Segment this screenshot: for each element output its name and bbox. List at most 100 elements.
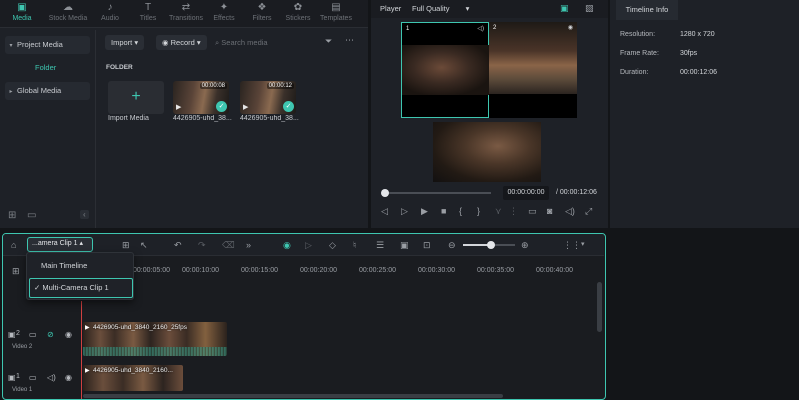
total-time: / 00:00:12:06 bbox=[556, 189, 597, 196]
tab-media[interactable]: ▣ Media bbox=[2, 2, 42, 26]
home-icon[interactable]: ⌂ bbox=[11, 239, 16, 251]
timeline-info-panel: Timeline Info Resolution: 1280 x 720 Fra… bbox=[610, 0, 799, 228]
ruler-tick: 00:00:05:00 bbox=[133, 267, 170, 274]
media-clip-name: 4426905-uhd_38... bbox=[173, 115, 232, 122]
timeline-clip-video-2[interactable]: ▶ 4426905-uhd_3840_2160_25fps bbox=[83, 322, 227, 356]
clip-duration: 00:00:12 bbox=[266, 83, 294, 89]
folder-icon[interactable]: ▭ bbox=[29, 373, 37, 382]
camera-icon[interactable]: ◙ bbox=[547, 206, 552, 216]
display-icon[interactable]: ▭ bbox=[528, 206, 537, 217]
play-icon[interactable]: ▶ bbox=[421, 206, 428, 217]
collapse-sidebar-icon[interactable]: ‹ bbox=[80, 210, 89, 219]
edit-list-icon[interactable]: ☰ bbox=[376, 239, 384, 251]
picture-in-picture-icon[interactable]: ▣ bbox=[400, 239, 409, 251]
sidebar-item-folder[interactable]: Folder bbox=[35, 59, 75, 77]
media-clip-name: 4426905-uhd_38... bbox=[240, 115, 299, 122]
tab-filters[interactable]: ❖ Filters bbox=[242, 2, 282, 26]
stop-icon[interactable]: ■ bbox=[441, 206, 446, 216]
tab-stock-media[interactable]: ☁ Stock Media bbox=[48, 2, 88, 26]
chevron-down-icon[interactable]: ▾ bbox=[581, 239, 585, 251]
media-clip-thumbnail[interactable]: 00:00:08 ▶ ✓ bbox=[173, 81, 229, 114]
eye-icon[interactable]: ◉ bbox=[65, 373, 72, 382]
camera-angle-1[interactable]: 1 ◁) bbox=[401, 22, 490, 118]
play-range-icon[interactable]: ▷ bbox=[305, 239, 312, 251]
vertical-scrollbar[interactable] bbox=[597, 282, 602, 332]
microphone-icon[interactable]: ♮ bbox=[353, 239, 356, 251]
sidebar-item-global-media[interactable]: ▸ Global Media bbox=[5, 82, 90, 100]
playhead[interactable] bbox=[81, 301, 82, 399]
tab-templates[interactable]: ▤ Templates bbox=[316, 2, 356, 26]
volume-icon[interactable]: ◁) bbox=[565, 206, 575, 217]
zoom-slider-knob[interactable] bbox=[487, 241, 495, 249]
mark-in-icon[interactable]: { bbox=[459, 206, 462, 216]
grid-view-icon[interactable]: ⋮⋮ bbox=[563, 239, 581, 251]
zoom-in-icon[interactable]: ⊕ bbox=[521, 239, 529, 251]
filter-icon[interactable]: ⏷ bbox=[325, 36, 332, 47]
fullscreen-icon[interactable]: ⤢ bbox=[585, 206, 592, 217]
tab-stickers[interactable]: ✿ Stickers bbox=[278, 2, 318, 26]
marker-icon[interactable]: ⋎ bbox=[495, 206, 502, 217]
import-button[interactable]: Import ▾ bbox=[105, 35, 145, 50]
sidebar-item-project-media[interactable]: ▾ Project Media bbox=[5, 36, 90, 54]
mark-out-icon[interactable]: } bbox=[477, 206, 480, 216]
zoom-slider[interactable] bbox=[463, 241, 515, 249]
tab-timeline-info[interactable]: Timeline Info bbox=[616, 0, 678, 20]
video-track-icon: ▣ bbox=[8, 330, 16, 339]
scrubber-knob[interactable] bbox=[381, 189, 389, 197]
horizontal-scrollbar[interactable] bbox=[83, 394, 503, 398]
new-folder-icon[interactable]: ⊞ bbox=[8, 210, 16, 221]
layout-icon[interactable]: ⊞ bbox=[122, 239, 130, 251]
quality-select[interactable]: Full Quality ▾ bbox=[412, 4, 469, 13]
folder-icon[interactable]: ▭ bbox=[29, 330, 37, 339]
camera-2-frame bbox=[489, 22, 577, 94]
multicam-grid: 1 ◁) 2 ◉ bbox=[401, 22, 577, 118]
record-button[interactable]: ◉ Record ▾ bbox=[156, 35, 207, 50]
tab-transitions[interactable]: ⇄ Transitions bbox=[166, 2, 206, 26]
more-tools-icon[interactable]: » bbox=[246, 239, 251, 251]
multicam-view-icon[interactable]: ▣ bbox=[560, 3, 569, 14]
search-box[interactable]: ⌕ bbox=[215, 35, 315, 50]
shield-icon[interactable]: ◇ bbox=[329, 239, 336, 251]
menu-item-multi-camera-clip[interactable]: ✓ Multi-Camera Clip 1 bbox=[29, 278, 133, 298]
timeline-clip-selector[interactable]: ...amera Clip 1 ▴ bbox=[27, 237, 93, 252]
chevron-down-icon: ▾ bbox=[196, 38, 201, 47]
search-input[interactable] bbox=[221, 38, 302, 47]
more-icon[interactable]: ⋮ bbox=[509, 206, 518, 217]
tab-effects[interactable]: ✦ Effects bbox=[204, 2, 244, 26]
media-clip-thumbnail[interactable]: 00:00:12 ▶ ✓ bbox=[240, 81, 296, 114]
effects-icon: ✦ bbox=[219, 2, 229, 13]
clip-title: 4426905-uhd_3840_2160... bbox=[93, 367, 173, 374]
folder-heading: FOLDER bbox=[106, 64, 133, 71]
zoom-out-icon[interactable]: ⊖ bbox=[448, 239, 456, 251]
redo-icon[interactable]: ↷ bbox=[198, 239, 206, 251]
timeline-clip-video-1[interactable]: ▶ 4426905-uhd_3840_2160... bbox=[83, 365, 183, 391]
frame-rate-value: 30fps bbox=[680, 50, 698, 57]
play-frame-icon[interactable]: ▷ bbox=[401, 206, 408, 217]
import-media-tile[interactable]: + bbox=[108, 81, 164, 114]
playback-scrubber[interactable] bbox=[381, 189, 491, 197]
menu-item-main-timeline[interactable]: Main Timeline bbox=[27, 256, 135, 276]
tab-audio[interactable]: ♪ Audio bbox=[90, 2, 130, 26]
select-tool-icon[interactable]: ↖ bbox=[140, 239, 148, 251]
camera-angle-2[interactable]: 2 ◉ bbox=[489, 22, 577, 118]
more-options-icon[interactable]: ⋯ bbox=[345, 35, 354, 46]
link-icon[interactable]: ⊘ bbox=[47, 330, 54, 339]
snapshot-icon[interactable]: ▨ bbox=[585, 3, 594, 14]
check-icon: ✓ bbox=[283, 101, 294, 112]
snap-icon[interactable]: ◉ bbox=[283, 239, 291, 251]
replace-icon[interactable]: ⊡ bbox=[423, 239, 431, 251]
delete-icon[interactable]: ⌫ bbox=[222, 239, 235, 251]
eye-icon[interactable]: ◉ bbox=[65, 330, 72, 339]
play-icon: ▶ bbox=[85, 325, 90, 331]
track-label: Video 2 bbox=[12, 344, 33, 350]
undo-icon[interactable]: ↶ bbox=[174, 239, 182, 251]
add-track-icon[interactable]: ⊞ bbox=[12, 266, 20, 277]
folder-icon[interactable]: ▭ bbox=[27, 210, 36, 221]
previous-frame-icon[interactable]: ◁ bbox=[381, 206, 388, 217]
tab-titles[interactable]: T Titles bbox=[128, 2, 168, 26]
video-track-icon: ▣ bbox=[8, 373, 16, 382]
clip-duration: 00:00:08 bbox=[199, 83, 227, 89]
volume-icon[interactable]: ◁) bbox=[47, 373, 56, 382]
chevron-right-icon: ▸ bbox=[9, 89, 13, 95]
chevron-down-icon: ▾ bbox=[9, 43, 13, 49]
